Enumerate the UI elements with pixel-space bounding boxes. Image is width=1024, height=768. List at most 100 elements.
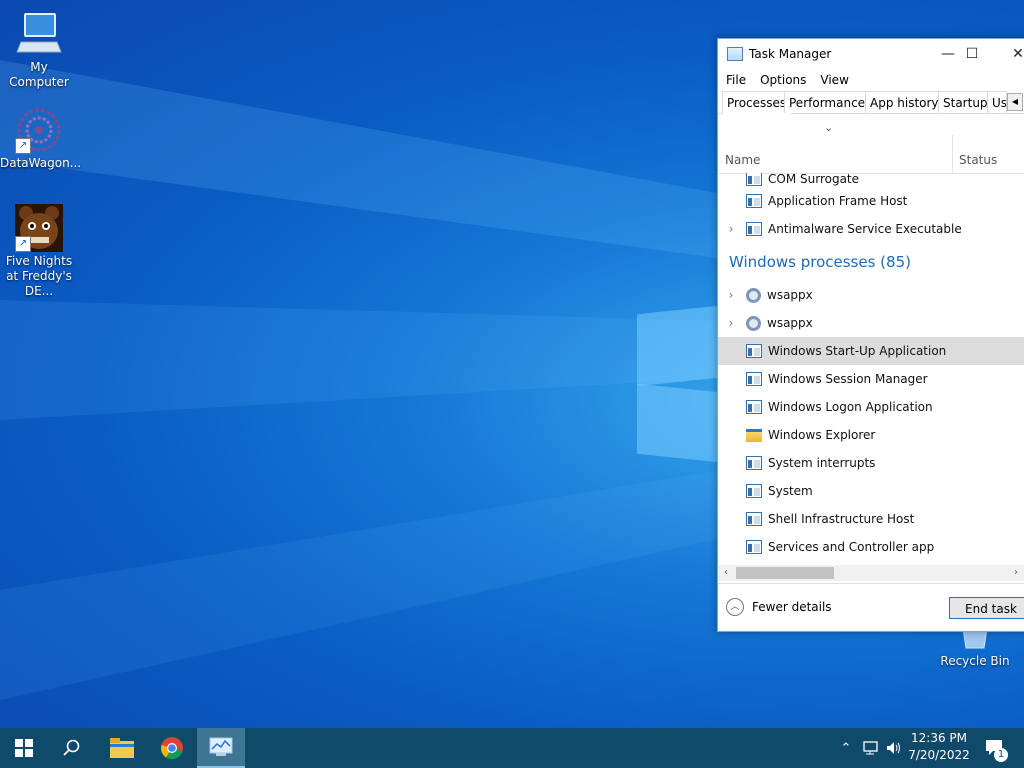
process-row[interactable]: › wsappx [718,309,1024,337]
desktop-icon-label: Recycle Bin [940,654,1010,668]
title-bar[interactable]: Task Manager — ☐ ✕ [718,39,1024,69]
search-icon [63,739,80,756]
process-row[interactable]: Windows Logon Application [718,393,1024,421]
action-center-button[interactable]: 1 [980,728,1010,768]
task-manager-icon [209,737,233,756]
app-window-icon [746,372,762,386]
chrome-button[interactable] [148,728,196,768]
app-window-icon [746,512,762,526]
start-button[interactable] [0,728,48,768]
menu-bar: File Options View [718,69,1024,91]
windows-logo-pane [637,383,719,463]
clock-time: 12:36 PM [911,731,967,745]
column-status[interactable]: Status [959,153,997,167]
process-name: Services and Controller app [768,540,935,554]
process-name: Windows Start-Up Application [768,344,947,358]
process-name: Windows Logon Application [768,400,933,414]
process-name: Antimalware Service Executable [768,222,962,236]
process-row-selected[interactable]: Windows Start-Up Application [718,337,1024,365]
file-explorer-button[interactable] [98,728,146,768]
tab-bar: Processes Performance App history Startu… [718,91,1024,114]
windows-logo-pane [637,305,719,387]
notification-count-badge: 1 [994,748,1008,762]
end-task-button[interactable]: End task [949,597,1024,619]
freddy-icon: ↗ [15,204,63,252]
close-button[interactable]: ✕ [995,39,1024,69]
process-row[interactable]: › wsappx [718,281,1024,309]
process-name: Windows Session Manager [768,372,928,386]
app-window-icon [746,400,762,414]
task-manager-window: Task Manager — ☐ ✕ File Options View Pro… [717,38,1024,632]
expand-chevron-icon[interactable]: › [724,222,738,236]
file-explorer-icon [110,738,134,758]
scroll-right-arrow-icon[interactable]: › [1008,565,1024,581]
process-row[interactable]: Windows Explorer [718,421,1024,449]
gear-icon [746,287,761,303]
process-name: COM Surrogate [768,173,860,186]
process-name: Windows Explorer [768,428,876,442]
show-hidden-icons-chevron[interactable]: ⌃ [836,728,856,768]
folder-icon [746,428,762,442]
window-title: Task Manager [749,47,832,61]
process-name: wsappx [767,288,813,302]
process-row[interactable]: Shell Infrastructure Host [718,505,1024,533]
process-row[interactable]: System interrupts [718,449,1024,477]
process-name: System [768,484,813,498]
process-row[interactable]: System [718,477,1024,505]
menu-view[interactable]: View [820,73,848,87]
chevron-up-icon[interactable]: ︿ [726,598,744,616]
tab-processes[interactable]: Processes [722,91,792,114]
menu-options[interactable]: Options [760,73,806,87]
maximize-button[interactable]: ☐ [949,39,995,69]
shortcut-arrow-icon: ↗ [15,236,31,252]
group-header-windows-processes: Windows processes (85) [729,253,911,271]
app-window-icon [746,456,762,470]
desktop-icon-label: Five Nights at Freddy's DE... [5,254,73,298]
process-row[interactable]: Application Frame Host [718,187,1024,215]
clock-date: 7/20/2022 [908,748,970,762]
tab-startup[interactable]: Startup [938,91,993,113]
tab-scroll-left-button[interactable]: ◀ [1007,93,1023,111]
network-icon[interactable] [860,728,882,768]
app-window-icon [746,222,762,236]
desktop-icon-label: My Computer [9,60,69,89]
tab-users[interactable]: Us [987,91,1007,113]
process-row[interactable]: Services and Controller app [718,533,1024,561]
app-window-icon [746,484,762,498]
shortcut-arrow-icon: ↗ [15,138,31,154]
task-manager-taskbar-button[interactable] [197,728,245,768]
expand-chevron-icon[interactable]: › [724,288,738,302]
taskbar: ⌃ 12:36 PM 7/20/2022 1 [0,728,1024,768]
tab-app-history[interactable]: App history [865,91,944,113]
expand-chevron-icon[interactable]: › [724,316,738,330]
footer: ︿ Fewer details End task [718,583,1024,632]
app-window-icon [746,344,762,358]
horizontal-scrollbar[interactable]: ‹ › [718,565,1024,581]
chrome-icon [160,737,183,760]
process-row[interactable]: › Antimalware Service Executable [718,215,1024,243]
app-window-icon [746,540,762,554]
desktop-icon-my-computer[interactable]: My Computer [0,10,78,90]
process-name: Shell Infrastructure Host [768,512,915,526]
process-row[interactable]: Windows Session Manager [718,365,1024,393]
scrollbar-thumb[interactable] [736,567,834,579]
column-name[interactable]: Name [725,153,760,167]
desktop-icon-fnaf[interactable]: ↗ Five Nights at Freddy's DE... [0,204,78,299]
desktop-icon-datawagon[interactable]: ↗ DataWagon... [0,106,82,171]
scroll-left-arrow-icon[interactable]: ‹ [718,565,734,581]
column-divider[interactable] [952,135,953,173]
column-header: ⌄ Name Status [718,115,1024,174]
process-name: System interrupts [768,456,876,470]
tab-performance[interactable]: Performance [784,91,871,113]
desktop-icon-label: DataWagon... [0,156,82,170]
sort-chevron-icon[interactable]: ⌄ [824,121,833,134]
start-icon [15,739,33,757]
menu-file[interactable]: File [726,73,746,87]
app-window-icon [746,194,762,208]
fewer-details-link[interactable]: Fewer details [752,600,832,614]
process-name: Application Frame Host [768,194,908,208]
search-button[interactable] [48,728,96,768]
app-window-icon [746,173,762,186]
system-clock[interactable]: 12:36 PM 7/20/2022 [898,730,980,764]
datawagon-icon: ↗ [15,106,63,154]
